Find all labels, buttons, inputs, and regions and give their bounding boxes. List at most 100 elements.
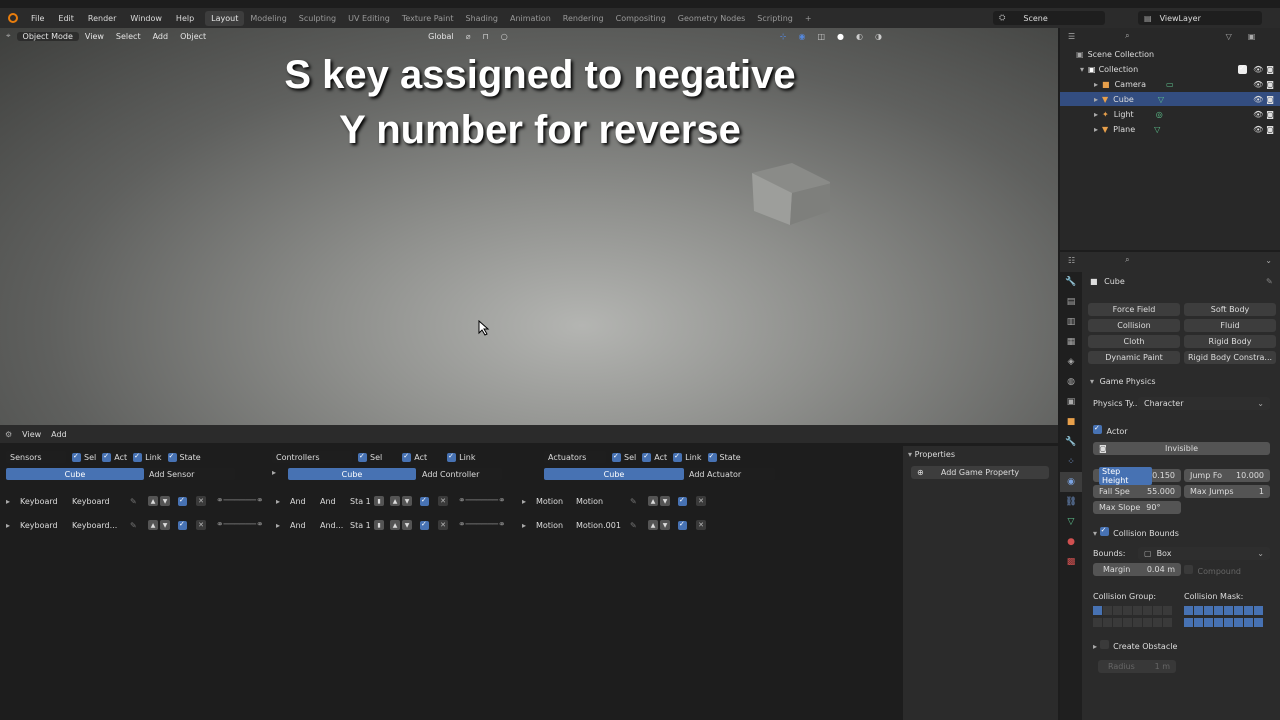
menu-view[interactable]: View bbox=[79, 32, 110, 41]
collision-group-cell[interactable] bbox=[1103, 606, 1112, 615]
visibility-eye-icon[interactable]: 👁 bbox=[1253, 80, 1263, 89]
expand-arrow-icon[interactable]: ▸ bbox=[1094, 110, 1098, 119]
particles-tab-icon[interactable]: ⁘ bbox=[1060, 452, 1082, 472]
bookmark-icon[interactable]: ▮ bbox=[374, 520, 384, 530]
actuators-object-label[interactable]: Cube bbox=[544, 468, 684, 480]
logic-menu-add[interactable]: Add bbox=[46, 430, 72, 439]
collision-group-cell[interactable] bbox=[1133, 618, 1142, 627]
collision-group-cell[interactable] bbox=[1153, 606, 1162, 615]
move-down-button[interactable]: ▼ bbox=[160, 520, 170, 530]
overlay-icon[interactable]: ◉ bbox=[792, 32, 811, 41]
expand-arrow-icon[interactable]: ▸ bbox=[276, 521, 290, 530]
actuators-link-toggle[interactable]: Link bbox=[673, 452, 702, 462]
tab-animation[interactable]: Animation bbox=[504, 11, 557, 26]
create-obstacle-checkbox[interactable] bbox=[1099, 640, 1109, 649]
orientation-dropdown[interactable]: Global bbox=[422, 32, 460, 41]
expand-arrow-icon[interactable]: ▸ bbox=[522, 521, 536, 530]
collision-mask-cell[interactable] bbox=[1214, 606, 1223, 615]
tab-uv-editing[interactable]: UV Editing bbox=[342, 11, 396, 26]
expand-arrow-icon[interactable]: ▸ bbox=[522, 497, 536, 506]
collision-mask-cell[interactable] bbox=[1194, 618, 1203, 627]
fluid-button[interactable]: Fluid bbox=[1184, 319, 1276, 332]
actuator-active-checkbox[interactable] bbox=[678, 520, 687, 530]
outliner-item-light[interactable]: ▸ ✦ Light ◎ 👁 ◙ bbox=[1060, 107, 1280, 121]
remove-actuator-button[interactable]: ✕ bbox=[696, 520, 706, 530]
properties-editor-icon[interactable]: ☷ bbox=[1068, 256, 1075, 265]
actuator-active-checkbox[interactable] bbox=[678, 496, 687, 506]
sensors-dropdown[interactable]: Sensors bbox=[6, 451, 66, 463]
radius-field[interactable]: Radius 1 m bbox=[1098, 660, 1176, 673]
object-tab-icon[interactable]: ■ bbox=[1060, 412, 1082, 432]
sensor-active-checkbox[interactable] bbox=[178, 520, 187, 530]
visibility-eye-icon[interactable]: 👁 bbox=[1253, 110, 1263, 119]
collision-mask-cell[interactable] bbox=[1234, 606, 1243, 615]
outliner-item-cube[interactable]: ▸ ▼ Cube ▽ 👁 ◙ bbox=[1060, 92, 1280, 106]
controller-expand-icon[interactable]: ▸ bbox=[272, 468, 276, 477]
render-camera-icon[interactable]: ◙ bbox=[1266, 125, 1274, 134]
collision-group-cell[interactable] bbox=[1123, 606, 1132, 615]
move-down-button[interactable]: ▼ bbox=[660, 496, 670, 506]
tab-modeling[interactable]: Modeling bbox=[244, 11, 292, 26]
constraints-tab-icon[interactable]: ⛓ bbox=[1060, 492, 1082, 512]
view-layer-selector[interactable]: ▤ ViewLayer bbox=[1138, 11, 1262, 25]
actuators-sel-toggle[interactable]: Sel bbox=[612, 452, 636, 462]
outliner-item-plane[interactable]: ▸ ▼ Plane ▽ 👁 ◙ bbox=[1060, 122, 1280, 136]
move-down-button[interactable]: ▼ bbox=[660, 520, 670, 530]
actuators-act-toggle[interactable]: Act bbox=[642, 452, 667, 462]
actuator-type[interactable]: Motion bbox=[536, 497, 576, 506]
scene-tab-icon[interactable]: ◈ bbox=[1060, 352, 1082, 372]
actuators-state-toggle[interactable]: State bbox=[707, 452, 741, 462]
logic-editor-type-icon[interactable]: ⚙ bbox=[0, 430, 17, 439]
dynamic-paint-button[interactable]: Dynamic Paint bbox=[1088, 351, 1180, 364]
game-properties-header[interactable]: ▾ Properties bbox=[908, 450, 955, 459]
collision-mask-cell[interactable] bbox=[1254, 606, 1263, 615]
move-up-button[interactable]: ▲ bbox=[390, 496, 400, 506]
cube-object[interactable] bbox=[742, 153, 830, 225]
remove-actuator-button[interactable]: ✕ bbox=[696, 496, 706, 506]
object-mode-dropdown[interactable]: Object Mode bbox=[16, 31, 79, 41]
controllers-act-toggle[interactable]: Act bbox=[402, 452, 427, 462]
remove-controller-button[interactable]: ✕ bbox=[438, 496, 448, 506]
add-game-property-button[interactable]: ⊕ Add Game Property bbox=[911, 466, 1049, 479]
visibility-eye-icon[interactable]: 👁 bbox=[1253, 95, 1263, 104]
collision-group-cell[interactable] bbox=[1163, 606, 1172, 615]
actuator-name[interactable]: Motion.001 bbox=[576, 521, 630, 530]
outliner-item-collection[interactable]: ▾ ▣ Collection 👁 ◙ bbox=[1060, 62, 1280, 76]
collision-group-cell[interactable] bbox=[1143, 606, 1152, 615]
collision-group-cell[interactable] bbox=[1133, 606, 1142, 615]
move-up-button[interactable]: ▲ bbox=[148, 520, 158, 530]
move-down-button[interactable]: ▼ bbox=[160, 496, 170, 506]
pin-icon[interactable]: ✎ bbox=[1266, 277, 1273, 286]
menu-help[interactable]: Help bbox=[169, 14, 201, 23]
cloth-button[interactable]: Cloth bbox=[1088, 335, 1180, 348]
outliner-search-icon[interactable]: ⌕ bbox=[1125, 31, 1129, 41]
move-down-button[interactable]: ▼ bbox=[402, 520, 412, 530]
sensor-name[interactable]: Keyboard bbox=[72, 497, 130, 506]
step-height-field[interactable]: Step Height 0.150 bbox=[1093, 466, 1181, 485]
tab-shading[interactable]: Shading bbox=[459, 11, 504, 26]
collision-group-cell[interactable] bbox=[1113, 606, 1122, 615]
outliner-editor-icon[interactable]: ☰ bbox=[1068, 32, 1075, 41]
world-tab-icon[interactable]: ◍ bbox=[1060, 372, 1082, 392]
properties-options-icon[interactable]: ⌄ bbox=[1265, 256, 1272, 265]
collision-group-cell[interactable] bbox=[1163, 618, 1172, 627]
view-layer-tab-icon[interactable]: ▦ bbox=[1060, 332, 1082, 352]
controller-active-checkbox[interactable] bbox=[420, 520, 429, 530]
pin-icon[interactable]: ✎ bbox=[130, 521, 148, 530]
tab-layout[interactable]: Layout bbox=[205, 10, 245, 26]
actor-toggle[interactable]: Actor bbox=[1093, 424, 1128, 436]
snap-icon[interactable]: ⊓ bbox=[477, 32, 495, 41]
actuators-dropdown[interactable]: Actuators bbox=[544, 451, 606, 463]
tab-sculpting[interactable]: Sculpting bbox=[293, 11, 342, 26]
xray-icon[interactable]: ◫ bbox=[811, 32, 831, 41]
create-obstacle-panel-header[interactable]: ▸ Create Obstacle bbox=[1093, 640, 1177, 651]
render-camera-icon[interactable]: ◙ bbox=[1266, 80, 1274, 89]
proportional-edit-icon[interactable]: ○ bbox=[495, 32, 514, 41]
controller-name[interactable]: And bbox=[320, 497, 350, 506]
soft-body-button[interactable]: Soft Body bbox=[1184, 303, 1276, 316]
outliner-item-camera[interactable]: ▸ ■ Camera ▭ 👁 ◙ bbox=[1060, 77, 1280, 91]
new-collection-icon[interactable]: ▣ bbox=[1248, 32, 1256, 41]
force-field-button[interactable]: Force Field bbox=[1088, 303, 1180, 316]
controller-type[interactable]: And bbox=[290, 497, 320, 506]
collision-mask-cell[interactable] bbox=[1244, 618, 1253, 627]
